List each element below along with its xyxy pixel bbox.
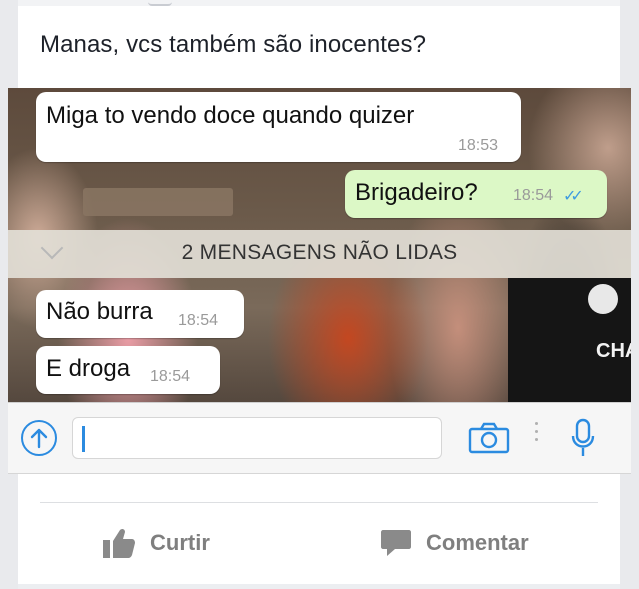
attach-button[interactable] [21, 420, 57, 456]
wallpaper-belt [83, 188, 233, 216]
chat-input-bar [8, 402, 631, 473]
message-input[interactable] [72, 417, 442, 459]
arrow-up-icon [30, 428, 48, 449]
wallpaper-logo [588, 284, 618, 314]
message-text: E droga [46, 355, 131, 382]
chat-screenshot-image: CHA Miga to vendo doce quando quizer 18:… [8, 88, 631, 474]
message-bubble-incoming: E droga 18:54 [36, 346, 220, 394]
post-divider [40, 502, 598, 503]
thumbs-up-icon [103, 528, 135, 558]
wallpaper-text: CHA [596, 340, 631, 362]
message-text: Não burra [46, 298, 153, 325]
message-bubble-incoming: Miga to vendo doce quando quizer 18:53 [36, 92, 521, 162]
message-text: Miga to vendo doce quando quizer [46, 102, 415, 129]
message-time: 18:54 [513, 187, 554, 204]
comment-label: Comentar [426, 530, 529, 555]
text-caret [82, 426, 85, 452]
camera-icon[interactable] [468, 422, 510, 454]
like-button[interactable]: Curtir [102, 527, 210, 559]
facebook-post: Manas, vcs também são inocentes? CHA Mig… [8, 0, 631, 589]
message-time: 18:53 [458, 137, 499, 154]
separator-dots [535, 422, 539, 446]
message-time: 18:54 [178, 312, 219, 329]
double-check-icon: ✓✓ [563, 188, 584, 205]
unread-label: 2 MENSAGENS NÃO LIDAS [181, 241, 458, 264]
comment-icon [381, 530, 411, 556]
comment-button[interactable]: Comentar [380, 527, 529, 559]
message-bubble-incoming: Não burra 18:54 [36, 290, 244, 338]
message-time: 18:54 [150, 368, 191, 385]
message-text: Brigadeiro? [355, 179, 478, 206]
post-bottom-edge [18, 584, 620, 589]
like-label: Curtir [150, 530, 210, 555]
message-bubble-outgoing: Brigadeiro? 18:54 ✓✓ [345, 170, 607, 218]
microphone-icon[interactable] [571, 418, 595, 458]
post-top-edge [18, 0, 620, 6]
post-text: Manas, vcs também são inocentes? [40, 31, 427, 58]
